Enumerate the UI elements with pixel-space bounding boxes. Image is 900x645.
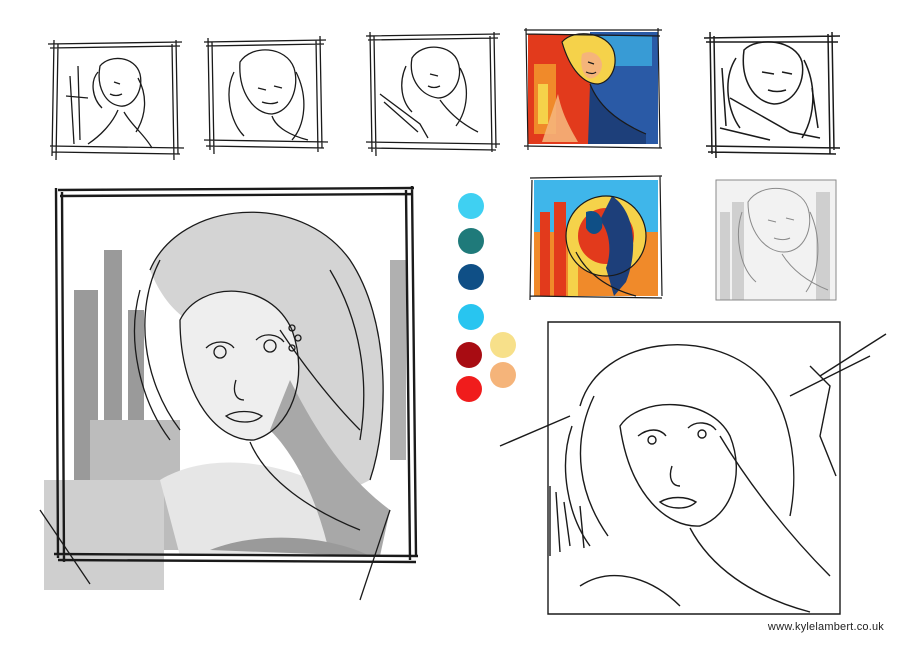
line-sketch-portrait <box>490 316 890 616</box>
thumbnail-pencil-study <box>708 172 843 307</box>
palette-swatch-red <box>456 376 482 402</box>
concept-sketch-sheet: www.kylelambert.co.uk <box>0 0 900 645</box>
palette-swatch-navy <box>458 264 484 290</box>
palette-swatch-teal <box>458 228 484 254</box>
thumbnail-sketch-4 <box>700 28 845 163</box>
watermark-url: www.kylelambert.co.uk <box>767 621 884 633</box>
palette-swatch-cyan <box>458 304 484 330</box>
thumbnail-color-study-1 <box>518 24 668 159</box>
thumbnail-sketch-3 <box>360 28 505 163</box>
main-tonal-study <box>30 180 435 610</box>
thumbnail-sketch-2 <box>196 32 331 162</box>
palette-swatch-cyan-light <box>458 193 484 219</box>
thumbnail-color-study-2 <box>526 172 666 304</box>
palette-swatch-crimson <box>456 342 482 368</box>
thumbnail-sketch-1 <box>40 36 190 166</box>
